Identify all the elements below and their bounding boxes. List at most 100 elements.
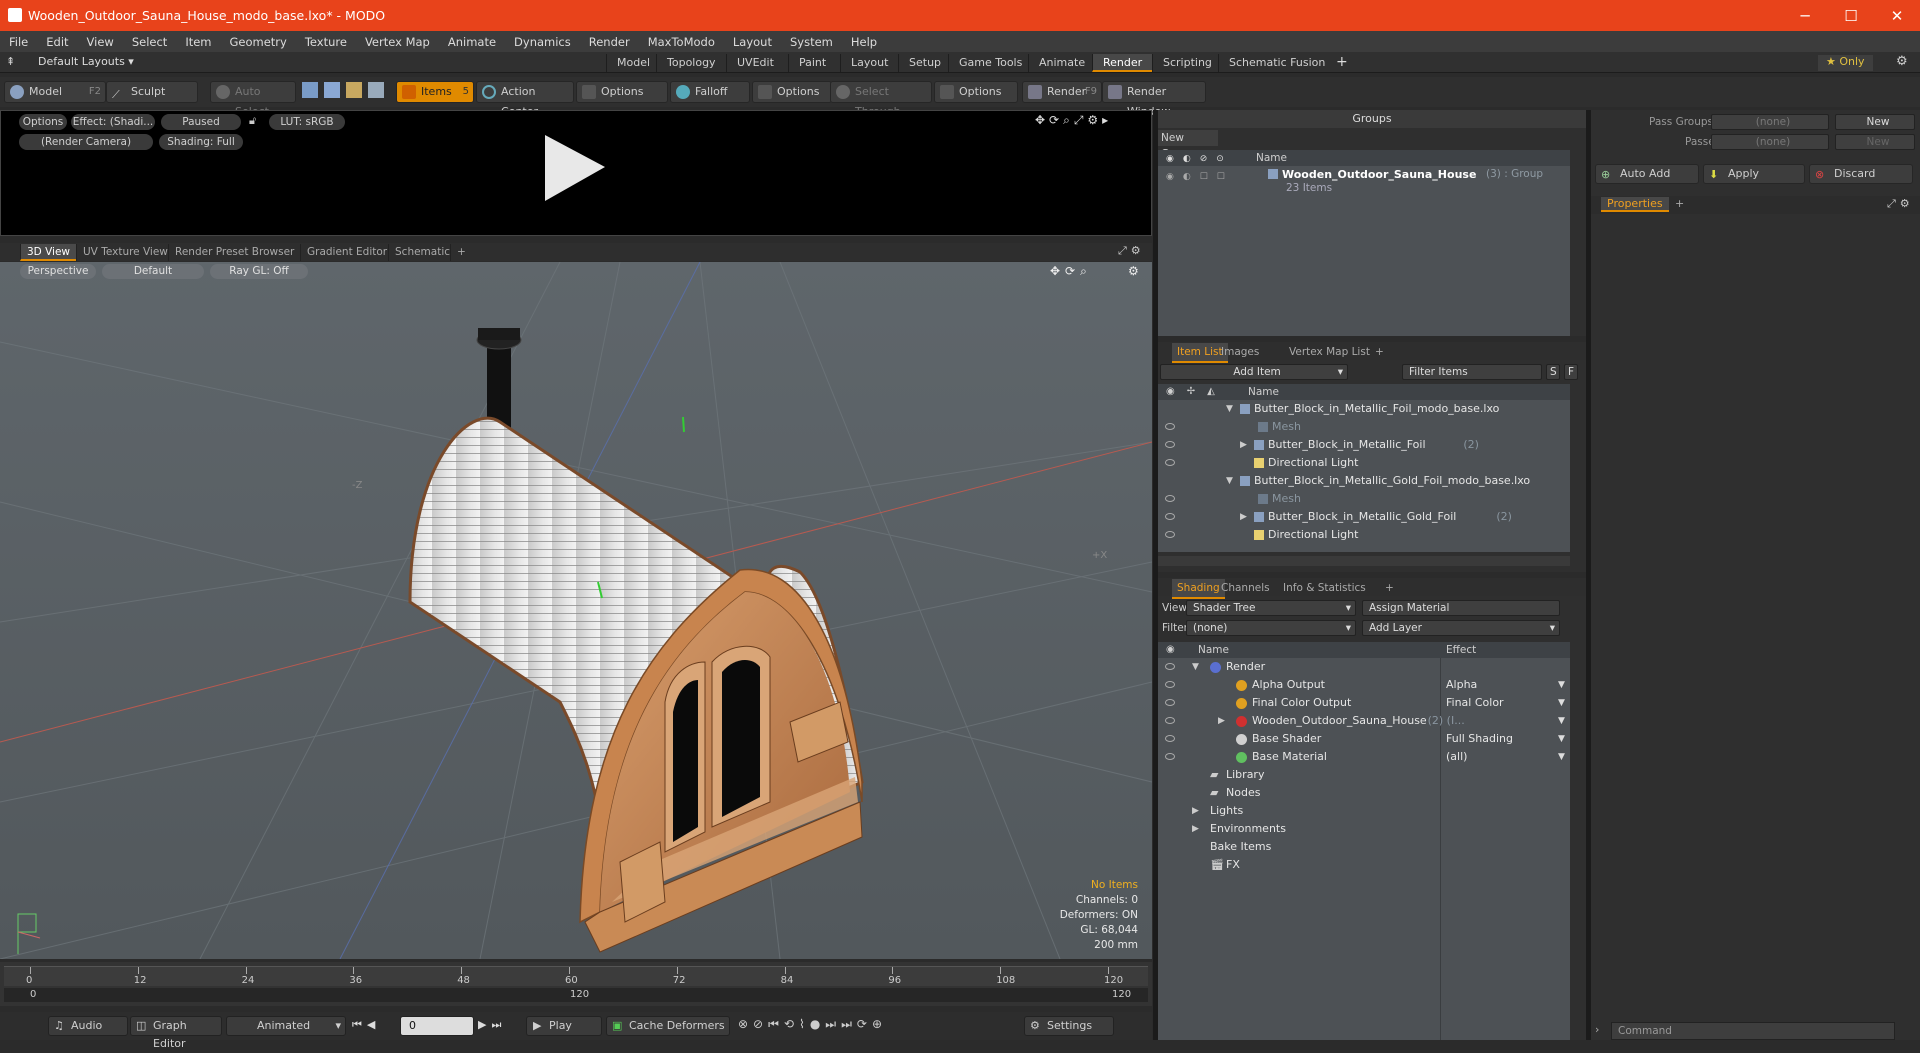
shader-tree-row[interactable]: ▶ Environments (1158, 820, 1570, 838)
auto-add-button[interactable]: ⊕ Auto Add (1595, 164, 1699, 184)
pass-groups-dropdown[interactable]: (none) (1711, 114, 1829, 130)
edge-mode-icon[interactable] (324, 82, 340, 98)
shader-tree-row[interactable]: Base Material (all) ▼ (1158, 748, 1570, 766)
shader-tree-row[interactable]: 🎬︎ FX (1158, 856, 1570, 874)
discard-button[interactable]: ⊗ Discard (1809, 164, 1913, 184)
group-name[interactable]: Wooden_Outdoor_Sauna_House (1282, 168, 1476, 181)
expand-right-icon[interactable]: ▶ (1240, 436, 1247, 454)
expand-right-icon[interactable]: ▶ (1218, 712, 1225, 730)
new-group-button[interactable]: New Group (1158, 130, 1218, 160)
shader-tree-row[interactable]: ▶ Wooden_Outdoor_Sauna_House (2) (I... ▼ (1158, 712, 1570, 730)
preview-options-button[interactable]: Options (19, 114, 67, 130)
play-icon[interactable] (543, 133, 609, 203)
shader-filter-dropdown[interactable]: (none) ▾ (1186, 620, 1356, 636)
visibility-eye-icon[interactable] (1165, 735, 1175, 742)
item-list-row[interactable]: ▶ Butter_Block_in_Metallic_Foil (2) (1158, 436, 1570, 454)
vertex-mode-icon[interactable] (302, 82, 318, 98)
item-list-add-tab[interactable]: + (1370, 343, 1389, 361)
default-style-dropdown[interactable]: Default (102, 264, 204, 279)
effect-dropdown-icon[interactable]: ▼ (1558, 694, 1565, 712)
effect-dropdown[interactable]: Effect: (Shadi... (71, 114, 155, 130)
lut-dropdown[interactable]: LUT: sRGB (269, 114, 345, 130)
visibility-eye-icon[interactable] (1165, 459, 1175, 466)
item-list-row[interactable]: ▶ Butter_Block_in_Metallic_Gold_Foil (2) (1158, 508, 1570, 526)
apply-button[interactable]: ⬇ Apply (1703, 164, 1805, 184)
visibility-eye-icon[interactable] (1165, 423, 1175, 430)
new-pass-button[interactable]: New (1835, 134, 1915, 150)
shader-tree-row[interactable]: ▰ Library (1158, 766, 1570, 784)
render-camera-dropdown[interactable]: (Render Camera) (19, 134, 153, 150)
shader-tree-row[interactable]: Alpha Output Alpha ▼ (1158, 676, 1570, 694)
menu-item-texture[interactable]: Texture (296, 35, 356, 49)
expand-down-icon[interactable]: ▼ (1192, 658, 1199, 676)
menu-item-maxtomodo[interactable]: MaxToModo (639, 35, 724, 49)
shader-view-dropdown[interactable]: Shader Tree ▾ (1186, 600, 1356, 616)
close-button[interactable]: ✕ (1874, 0, 1920, 31)
item-list-row[interactable]: Directional Light (1158, 454, 1570, 472)
timeline[interactable]: 0 12 24 36 48 60 72 84 96 108 120 0 120 120 (0, 962, 1152, 1006)
view-tab-schematic[interactable]: Schematic (388, 244, 456, 261)
layout-tab-paint[interactable]: Paint (788, 54, 836, 72)
maximize-button[interactable]: ☐ (1828, 0, 1874, 31)
item-list-tab-images[interactable]: Images (1216, 343, 1264, 361)
preview-nav-icons[interactable]: ✥⟳⌕⤢⚙▸ (1035, 113, 1112, 128)
cache-deformers-button[interactable]: ▣ Cache Deformers (606, 1016, 730, 1036)
visibility-eye-icon[interactable] (1165, 717, 1175, 724)
shading-add-tab[interactable]: + (1380, 579, 1399, 597)
filter-f-button[interactable]: F (1564, 364, 1578, 380)
3d-viewport[interactable]: Perspective Default Ray GL: Off ✥⟳⌕ ⚙ -Z… (0, 262, 1152, 959)
view-tab-3d-view[interactable]: 3D View (20, 244, 77, 261)
menu-item-layout[interactable]: Layout (724, 35, 781, 49)
select-through-button[interactable]: Select Through (830, 81, 932, 118)
menu-item-animate[interactable]: Animate (439, 35, 505, 49)
shading-dropdown[interactable]: Shading: Full (159, 134, 243, 150)
settings-button[interactable]: ⚙ Settings (1024, 1016, 1114, 1036)
layout-tab-model[interactable]: Model (606, 54, 660, 72)
menu-item-select[interactable]: Select (123, 35, 176, 49)
effect-dropdown-icon[interactable]: ▼ (1558, 676, 1565, 694)
visibility-eye-icon[interactable] (1165, 513, 1175, 520)
item-list-row[interactable]: ▼ Butter_Block_in_Metallic_Gold_Foil_modo… (1158, 472, 1570, 490)
layout-tab-schematic-fusion[interactable]: Schematic Fusion (1218, 54, 1335, 72)
render-button[interactable]: Render F9 (1022, 81, 1102, 103)
item-list-row[interactable]: ▼ Butter_Block_in_Metallic_Foil_modo_base… (1158, 400, 1570, 418)
default-layouts-dropdown[interactable]: Default Layouts ▾ (38, 55, 134, 68)
render-window-button[interactable]: Render Window (1102, 81, 1206, 118)
add-view-tab-button[interactable]: + (450, 244, 472, 261)
menu-item-view[interactable]: View (78, 35, 123, 49)
layout-tab-topology[interactable]: Topology (656, 54, 726, 72)
item-list-tab-vertex-map-list[interactable]: Vertex Map List (1284, 343, 1375, 361)
audio-button[interactable]: ♫ Audio (48, 1016, 128, 1036)
layout-tab-animate[interactable]: Animate (1028, 54, 1095, 72)
view-tab-gradient-editor[interactable]: Gradient Editor (300, 244, 393, 261)
polygon-mode-icon[interactable] (346, 82, 362, 98)
filter-s-button[interactable]: S (1546, 364, 1560, 380)
effect-dropdown-icon[interactable]: ▼ (1558, 748, 1565, 766)
item-list-hscroll[interactable] (1158, 556, 1570, 566)
item-list-row[interactable]: Mesh (1158, 418, 1570, 436)
shading-tab-channels[interactable]: Channels (1216, 579, 1275, 597)
sculpt-button[interactable]: ⟋ Sculpt (106, 81, 198, 103)
transport-back-icons[interactable]: ⏮◀ (352, 1018, 380, 1032)
add-item-dropdown[interactable]: Add Item ▾ (1160, 364, 1348, 380)
layout-tab-uvedit[interactable]: UVEdit (726, 54, 784, 72)
add-layout-tab-button[interactable]: + (1336, 54, 1348, 70)
visibility-eye-icon[interactable] (1165, 699, 1175, 706)
action-center-options-button[interactable]: Options (576, 81, 668, 103)
transport-forward-icons[interactable]: ▶⏭ (478, 1018, 506, 1032)
shader-effect[interactable]: Full Shading (1446, 730, 1513, 748)
items-mode-button[interactable]: Items 5 (396, 81, 474, 103)
view-tabs-controls-icon[interactable]: ⤢⚙ (1118, 244, 1145, 258)
falloff-button[interactable]: Falloff (670, 81, 750, 103)
visibility-eye-icon[interactable] (1165, 753, 1175, 760)
minimize-button[interactable]: ─ (1782, 0, 1828, 31)
shading-tab-info-statistics[interactable]: Info & Statistics (1278, 579, 1371, 597)
visibility-eye-icon[interactable] (1165, 663, 1175, 670)
add-layer-dropdown[interactable]: Add Layer ▾ (1362, 620, 1560, 636)
select-options-button[interactable]: Options (934, 81, 1018, 103)
new-pass-group-button[interactable]: New (1835, 114, 1915, 130)
view-tab-render-preset-browser[interactable]: Render Preset Browser (168, 244, 300, 261)
model-mode-button[interactable]: Model F2 (4, 81, 106, 103)
layout-tab-setup[interactable]: Setup (898, 54, 951, 72)
only-toggle[interactable]: ★ Only (1818, 55, 1873, 71)
